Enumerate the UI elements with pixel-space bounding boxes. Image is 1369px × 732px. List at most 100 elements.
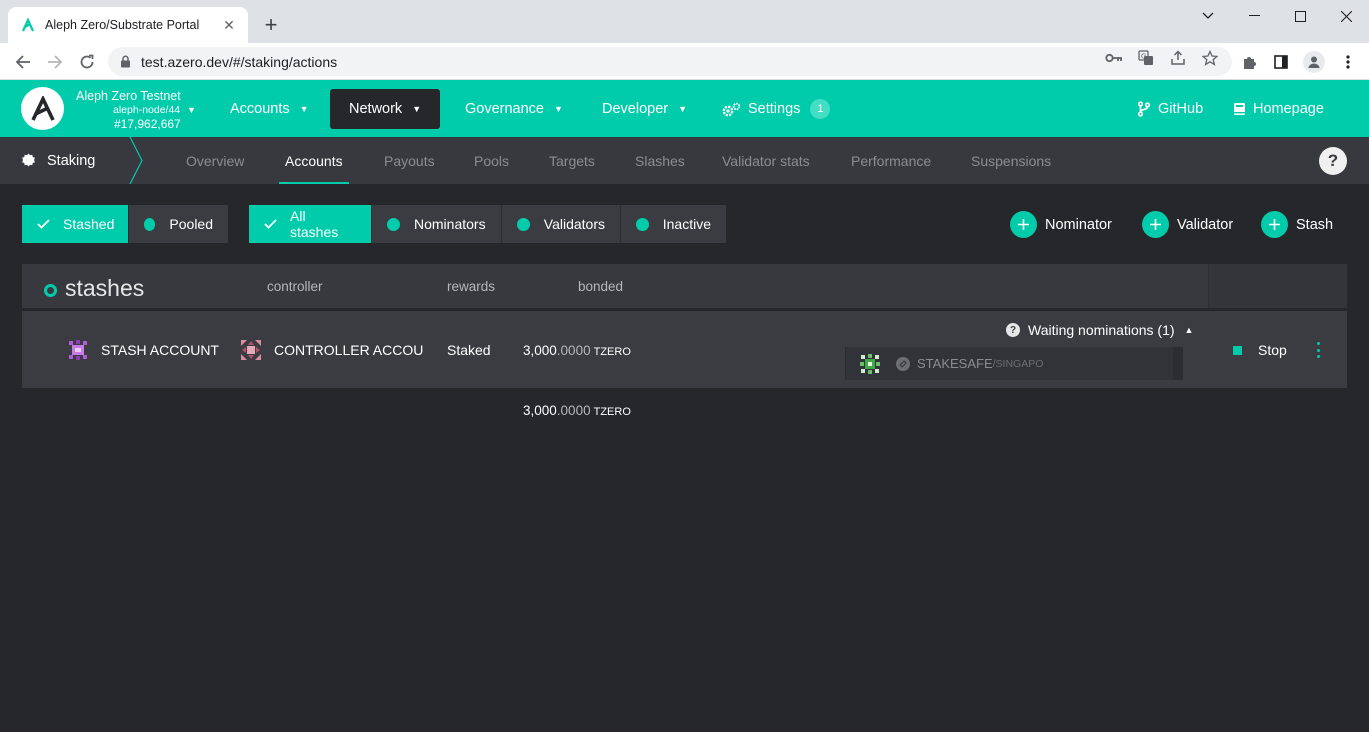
- help-icon[interactable]: ?: [1319, 147, 1347, 175]
- back-arrow-icon[interactable]: [10, 49, 36, 75]
- tab-search-icon[interactable]: [1185, 0, 1231, 32]
- nominee-subname: /SINGAPO: [992, 357, 1044, 370]
- stash-filter-group: All stashes Nominators Validators Inacti…: [249, 205, 726, 243]
- plus-icon: [1142, 211, 1169, 238]
- tab-accounts[interactable]: Accounts: [279, 137, 349, 184]
- key-icon[interactable]: [1105, 49, 1123, 67]
- share-icon[interactable]: [1169, 49, 1187, 67]
- menu-settings-label: Settings: [748, 101, 801, 117]
- filter-stashed[interactable]: Stashed: [22, 205, 129, 243]
- browser-menu-icon[interactable]: [1338, 52, 1358, 72]
- menu-governance[interactable]: Governance ▼: [446, 89, 582, 129]
- browser-toolbar: test.azero.dev/#/staking/actions G: [0, 43, 1369, 80]
- menu-accounts[interactable]: Accounts ▼: [211, 89, 328, 129]
- toggle-dot-icon: [517, 217, 530, 231]
- book-icon: [1233, 102, 1246, 116]
- total-decimals: .0000: [556, 403, 591, 418]
- profile-avatar-icon[interactable]: [1303, 51, 1325, 73]
- add-stash-button[interactable]: Stash: [1261, 211, 1333, 238]
- section-divider-chevron: [129, 137, 143, 184]
- chevron-down-icon: ▼: [554, 104, 563, 114]
- check-icon: [264, 219, 277, 229]
- row-menu-icon[interactable]: [1315, 342, 1321, 358]
- filter-nominators[interactable]: Nominators: [372, 205, 502, 243]
- question-icon: ?: [1006, 323, 1020, 337]
- maximize-icon[interactable]: [1277, 0, 1323, 32]
- code-branch-icon: [1137, 101, 1151, 117]
- caret-up-icon: ▲: [1184, 325, 1194, 335]
- menu-settings[interactable]: Settings 1: [703, 89, 849, 129]
- bookmark-star-icon[interactable]: [1201, 49, 1219, 67]
- aleph-logo-icon[interactable]: [21, 87, 64, 130]
- plus-icon: [1010, 211, 1037, 238]
- check-icon: [37, 219, 50, 229]
- column-bonded: bonded: [578, 279, 624, 294]
- url-text: test.azero.dev/#/staking/actions: [141, 53, 338, 70]
- column-rewards: rewards: [447, 279, 496, 294]
- minimize-icon[interactable]: [1231, 0, 1277, 32]
- homepage-label: Homepage: [1253, 101, 1324, 117]
- filter-pooled-label: Pooled: [169, 216, 213, 232]
- tab-payouts[interactable]: Payouts: [384, 137, 435, 184]
- add-validator-button[interactable]: Validator: [1142, 211, 1233, 238]
- type-filter-group: Stashed Pooled: [22, 205, 228, 243]
- extensions-puzzle-icon[interactable]: [1240, 52, 1260, 72]
- tab-pools[interactable]: Pools: [474, 137, 509, 184]
- close-window-icon[interactable]: [1323, 0, 1369, 32]
- add-nominator-button[interactable]: Nominator: [1010, 211, 1112, 238]
- filter-validators-label: Validators: [543, 216, 605, 232]
- section-title: Staking: [47, 152, 96, 169]
- homepage-link[interactable]: Homepage: [1233, 89, 1324, 129]
- nominee-name: STAKESAFE: [917, 356, 993, 371]
- nominee-account[interactable]: STAKESAFE/SINGAPO: [880, 356, 1043, 371]
- browser-tab[interactable]: Aleph Zero/Substrate Portal ✕: [8, 7, 248, 43]
- chevron-down-icon: ▼: [412, 104, 422, 114]
- filter-all-stashes-label: All stashes: [290, 208, 339, 240]
- forward-arrow-icon[interactable]: [42, 49, 68, 75]
- close-tab-icon[interactable]: ✕: [220, 16, 238, 34]
- address-bar[interactable]: test.azero.dev/#/staking/actions: [108, 47, 1232, 76]
- identicon-icon: [67, 339, 89, 361]
- side-panel-icon[interactable]: [1271, 52, 1291, 72]
- tab-slashes[interactable]: Slashes: [635, 137, 685, 184]
- menu-network[interactable]: Network ▼: [330, 89, 440, 129]
- nominee-identicon-icon: [860, 353, 880, 374]
- tab-overview[interactable]: Overview: [186, 137, 244, 184]
- svg-text:G: G: [1141, 53, 1146, 61]
- add-stash-label: Stash: [1296, 216, 1334, 233]
- toggle-dot-icon: [387, 217, 400, 231]
- stash-account[interactable]: STASH ACCOUNT: [67, 339, 219, 361]
- github-link[interactable]: GitHub: [1137, 89, 1203, 129]
- waiting-nominations-label: Waiting nominations (1): [1028, 322, 1175, 338]
- identicon-icon: [240, 339, 262, 361]
- reload-icon[interactable]: [74, 49, 100, 75]
- browser-tabstrip: Aleph Zero/Substrate Portal ✕ +: [0, 0, 1369, 43]
- tab-targets[interactable]: Targets: [549, 137, 595, 184]
- new-tab-icon[interactable]: +: [258, 12, 284, 38]
- tab-suspensions[interactable]: Suspensions: [971, 137, 1051, 184]
- tab-performance[interactable]: Performance: [851, 137, 931, 184]
- chain-caret-icon[interactable]: ▼: [187, 105, 196, 115]
- bonded-total: 3,000.0000 TZERO: [523, 403, 631, 418]
- translate-icon[interactable]: G: [1137, 49, 1155, 67]
- stop-button[interactable]: Stop: [1233, 342, 1287, 358]
- table-title: stashes: [44, 275, 144, 302]
- waiting-nominations-toggle[interactable]: ? Waiting nominations (1) ▲: [1006, 322, 1193, 338]
- filter-validators[interactable]: Validators: [502, 205, 621, 243]
- stashes-table-header: stashes controller rewards bonded: [22, 264, 1347, 308]
- chevron-down-icon: ▼: [678, 104, 688, 114]
- controller-account[interactable]: CONTROLLER ACCOU: [240, 339, 423, 361]
- chain-selector[interactable]: Aleph Zero Testnet aleph-node/44 #17,962…: [76, 89, 181, 131]
- github-label: GitHub: [1158, 101, 1204, 117]
- nominee-list: STAKESAFE/SINGAPO: [845, 347, 1183, 380]
- rewards-status: Staked: [447, 342, 491, 358]
- table-row: STASH ACCOUNT CONTROLLER ACCOU Staked 3,…: [22, 311, 1347, 388]
- total-integer: 3,000: [523, 403, 557, 418]
- bonded-amount: 3,000.0000 TZERO: [523, 343, 631, 358]
- filter-inactive[interactable]: Inactive: [621, 205, 726, 243]
- filter-all-stashes[interactable]: All stashes: [249, 205, 372, 243]
- gears-icon: [722, 102, 741, 117]
- filter-pooled[interactable]: Pooled: [129, 205, 228, 243]
- menu-developer[interactable]: Developer ▼: [583, 89, 706, 129]
- tab-validator-stats[interactable]: Validator stats: [722, 137, 810, 184]
